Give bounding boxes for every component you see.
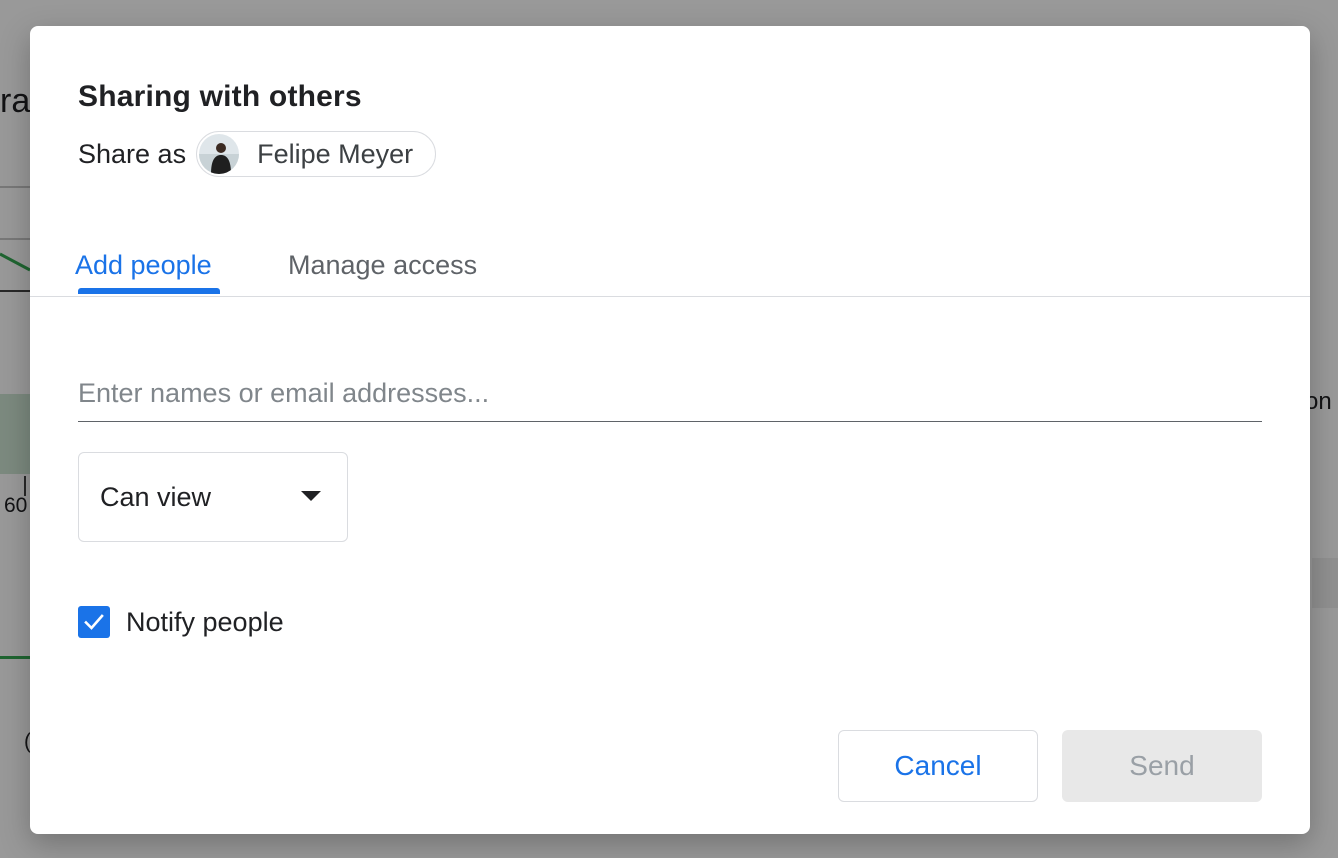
tab-manage-access[interactable]: Manage access — [288, 250, 477, 281]
notify-people-option[interactable]: Notify people — [78, 606, 284, 638]
notify-label: Notify people — [126, 606, 284, 637]
account-name: Felipe Meyer — [257, 138, 414, 169]
dialog-title: Sharing with others — [78, 80, 362, 113]
cancel-button[interactable]: Cancel — [838, 730, 1038, 802]
account-chip[interactable]: Felipe Meyer — [196, 131, 437, 177]
active-tab-indicator — [78, 288, 220, 294]
share-as-label: Share as — [78, 138, 187, 169]
caret-down-icon — [301, 491, 321, 501]
tab-add-people[interactable]: Add people — [75, 250, 212, 281]
recipients-input[interactable] — [78, 366, 1262, 422]
share-as-row: Share as Felipe Meyer — [78, 130, 437, 178]
permission-selected-label: Can view — [100, 482, 212, 512]
share-dialog: Sharing with others Share as Felipe Meye… — [30, 26, 1310, 834]
permission-dropdown[interactable]: Can view — [78, 452, 348, 542]
tab-bar: Add people Manage access — [30, 236, 1310, 297]
checkmark-icon — [84, 614, 104, 630]
notify-checkbox[interactable] — [78, 606, 110, 638]
send-button[interactable]: Send — [1062, 730, 1262, 802]
avatar — [199, 134, 240, 174]
